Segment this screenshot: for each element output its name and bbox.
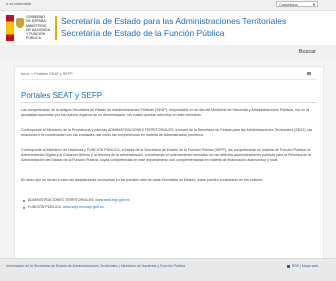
paragraph-1: Las competencias de la antigua Secretarí…: [21, 108, 310, 117]
rss-icon: [286, 264, 290, 268]
spain-flag-icon: [6, 15, 14, 41]
site-footer: Información de la Secretaría de Estado d…: [0, 258, 336, 281]
title-accent-bar: [55, 16, 57, 40]
footer-right-text[interactable]: RSS | Mapa web: [292, 264, 318, 268]
footer-links[interactable]: RSS | Mapa web: [286, 264, 318, 268]
paragraph-2: Corresponde al Ministerio de la Presiden…: [21, 128, 313, 137]
language-select-value: Castellano: [279, 2, 298, 7]
link-label: ADMINISTRACIONES TERRITORIALES:: [28, 198, 95, 202]
main-content: Inicio > Portales SEAT y SEFP Portales S…: [14, 66, 324, 260]
top-bar: Ir al contenido Castellano ▼: [0, 0, 336, 11]
nav-bar: Buscar: [0, 45, 336, 60]
language-select[interactable]: Castellano ▼: [276, 1, 318, 7]
government-logo[interactable]: GOBIERNO DE ESPAÑA MINISTERIO DE HACIEND…: [6, 15, 53, 41]
sefp-portal-link[interactable]: www.sefp.minhafp.gob.es: [63, 205, 104, 209]
divider: [21, 79, 317, 80]
breadcrumb[interactable]: Inicio > Portales SEAT y SEFP: [21, 72, 73, 76]
search-link[interactable]: Buscar: [299, 49, 316, 55]
page-title: Portales SEAT y SEFP: [21, 91, 103, 100]
site-title-line-1[interactable]: Secretaría de Estado para las Administra…: [61, 16, 286, 26]
list-item: FUNCIÓN PÚBLICA: www.sefp.minhafp.gob.es: [21, 205, 319, 212]
paragraph-3: Corresponde al Ministerio de Hacienda y …: [21, 148, 311, 162]
chevron-down-icon: ▼: [312, 2, 316, 7]
paragraph-4: En tanto que se llevan a cabo las adapta…: [21, 178, 264, 182]
footer-text[interactable]: Información de la Secretaría de Estado d…: [6, 264, 185, 268]
bullet-icon: [23, 207, 25, 209]
title-divider: [21, 102, 317, 103]
link-label: FUNCIÓN PÚBLICA:: [28, 205, 62, 209]
list-item: ADMINISTRACIONES TERRITORIALES: www.seat…: [21, 198, 319, 205]
site-header: GOBIERNO DE ESPAÑA MINISTERIO DE HACIEND…: [0, 11, 336, 45]
site-title-line-2[interactable]: Secretaría de Estado de la Función Públi…: [61, 28, 225, 38]
print-icon[interactable]: [307, 72, 311, 75]
gov-line-2: DE ESPAÑA: [26, 19, 46, 23]
gov-line-5: Y FUNCIÓN PÚBLICA: [26, 32, 46, 40]
crest-icon: [16, 18, 24, 28]
skip-to-content-link[interactable]: Ir al contenido: [6, 1, 31, 6]
bullet-icon: [23, 200, 25, 202]
seat-portal-link[interactable]: www.seat.hap.gob.es: [95, 198, 129, 202]
portal-links: ADMINISTRACIONES TERRITORIALES: www.seat…: [21, 198, 319, 212]
